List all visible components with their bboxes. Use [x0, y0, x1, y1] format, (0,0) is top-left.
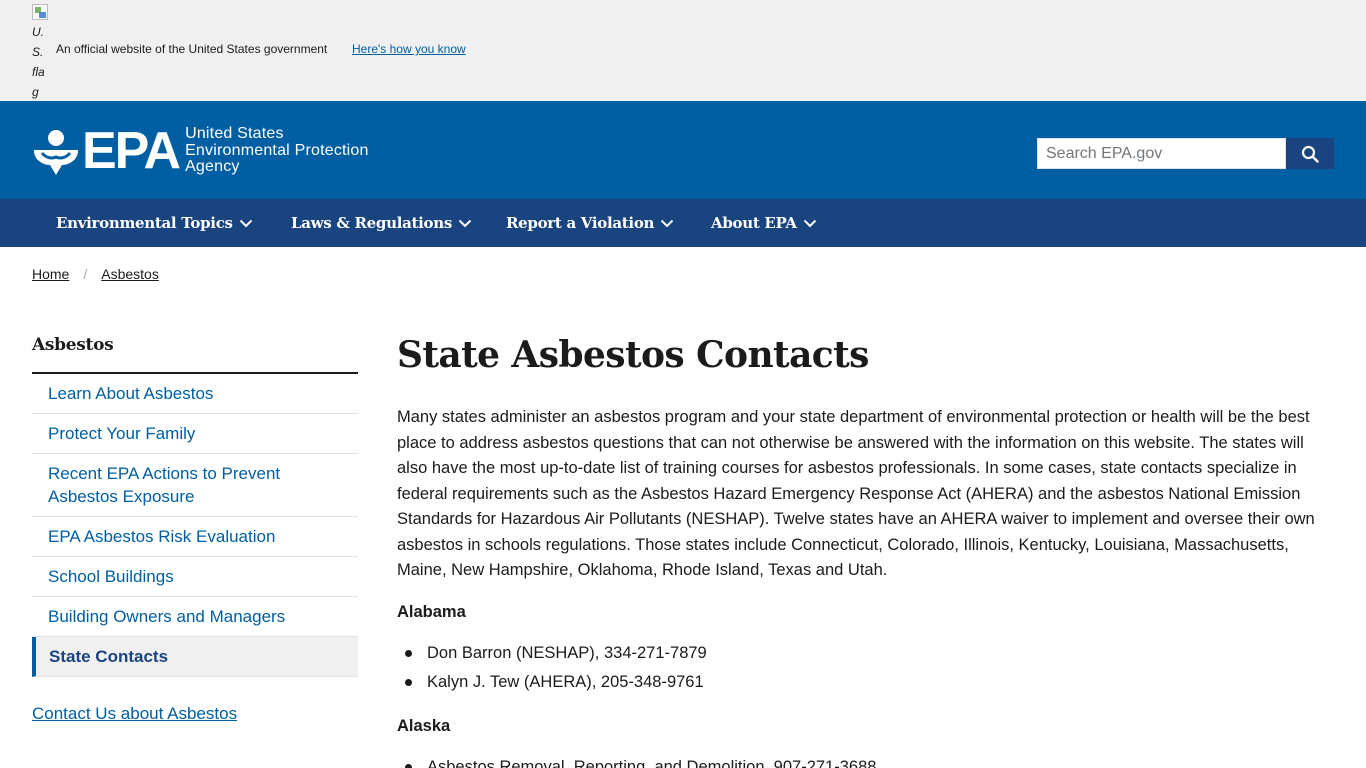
sidebar-list: Learn About Asbestos Protect Your Family…: [32, 374, 358, 677]
sidebar-nav: Asbestos Learn About Asbestos Protect Yo…: [32, 335, 358, 677]
sidebar-item-building-owners[interactable]: Building Owners and Managers: [32, 597, 358, 637]
epa-flower-icon: [34, 129, 78, 175]
chevron-down-icon: [660, 219, 674, 227]
chevron-down-icon: [239, 219, 252, 227]
sidebar-item-risk-evaluation[interactable]: EPA Asbestos Risk Evaluation: [32, 517, 358, 557]
agency-name: United States Environmental Protection A…: [185, 125, 369, 176]
us-flag-image: U. S. fla g: [32, 4, 48, 102]
flag-alt-line: fla: [32, 65, 45, 79]
nav-label: Laws & Regulations: [291, 214, 453, 232]
page-title: State Asbestos Contacts: [397, 334, 869, 376]
contact-list-alaska: Asbestos Removal, Reporting, and Demolit…: [403, 753, 876, 768]
contact-item: Asbestos Removal, Reporting, and Demolit…: [403, 753, 876, 768]
chevron-down-icon: [458, 219, 472, 227]
epa-logo-text: EPA: [82, 121, 181, 180]
breadcrumb-home[interactable]: Home: [32, 266, 69, 282]
search-input[interactable]: Search EPA.gov: [1037, 138, 1286, 169]
search-icon: [1301, 145, 1319, 163]
state-heading-alabama: Alabama: [397, 603, 466, 621]
agency-name-line: United States: [185, 125, 284, 142]
contact-list-alabama: Don Barron (NESHAP), 334-271-7879 Kalyn …: [403, 639, 707, 697]
nav-laws-regulations[interactable]: Laws & Regulations: [291, 199, 472, 247]
epa-logo[interactable]: EPA United States Environmental Protecti…: [32, 121, 369, 180]
breadcrumb-asbestos[interactable]: Asbestos: [101, 266, 159, 282]
nav-report-violation[interactable]: Report a Violation: [506, 199, 674, 247]
contact-us-link[interactable]: Contact Us about Asbestos: [32, 704, 237, 724]
sidebar-item-recent-actions[interactable]: Recent EPA Actions to Prevent Asbestos E…: [32, 454, 358, 517]
nav-label: Environmental Topics: [56, 214, 233, 232]
contact-item: Kalyn J. Tew (AHERA), 205-348-9761: [403, 668, 707, 697]
flag-alt-line: g: [32, 85, 39, 99]
sidebar-item-protect-family[interactable]: Protect Your Family: [32, 414, 358, 454]
flag-alt-line: S.: [32, 45, 44, 59]
contact-item: Don Barron (NESHAP), 334-271-7879: [403, 639, 707, 668]
chevron-down-icon: [803, 219, 816, 227]
flag-alt-line: U.: [32, 25, 44, 39]
state-heading-alaska: Alaska: [397, 717, 451, 735]
agency-name-line: Environmental Protection: [185, 141, 369, 159]
sidebar-item-learn[interactable]: Learn About Asbestos: [32, 374, 358, 414]
nav-about-epa[interactable]: About EPA: [711, 199, 817, 247]
sidebar-item-state-contacts[interactable]: State Contacts: [32, 637, 358, 677]
search-button[interactable]: [1286, 138, 1334, 169]
nav-environmental-topics[interactable]: Environmental Topics: [56, 199, 253, 247]
official-website-text: An official website of the United States…: [56, 42, 328, 56]
sidebar-item-school-buildings[interactable]: School Buildings: [32, 557, 358, 597]
nav-label: About EPA: [711, 214, 797, 232]
intro-paragraph: Many states administer an asbestos progr…: [397, 408, 1315, 579]
sidebar-title: Asbestos: [32, 335, 358, 374]
agency-name-line: Agency: [185, 158, 240, 175]
nav-label: Report a Violation: [506, 214, 655, 232]
broken-image-icon: [32, 4, 48, 20]
gov-banner: U. S. fla g An official website of the U…: [0, 0, 1366, 101]
main-nav: Environmental Topics Laws & Regulations …: [0, 199, 1366, 247]
site-header: EPA United States Environmental Protecti…: [0, 101, 1366, 199]
breadcrumb-separator: /: [83, 266, 88, 282]
how-you-know-link[interactable]: Here's how you know: [352, 42, 466, 56]
breadcrumb: Home / Asbestos: [32, 266, 159, 282]
